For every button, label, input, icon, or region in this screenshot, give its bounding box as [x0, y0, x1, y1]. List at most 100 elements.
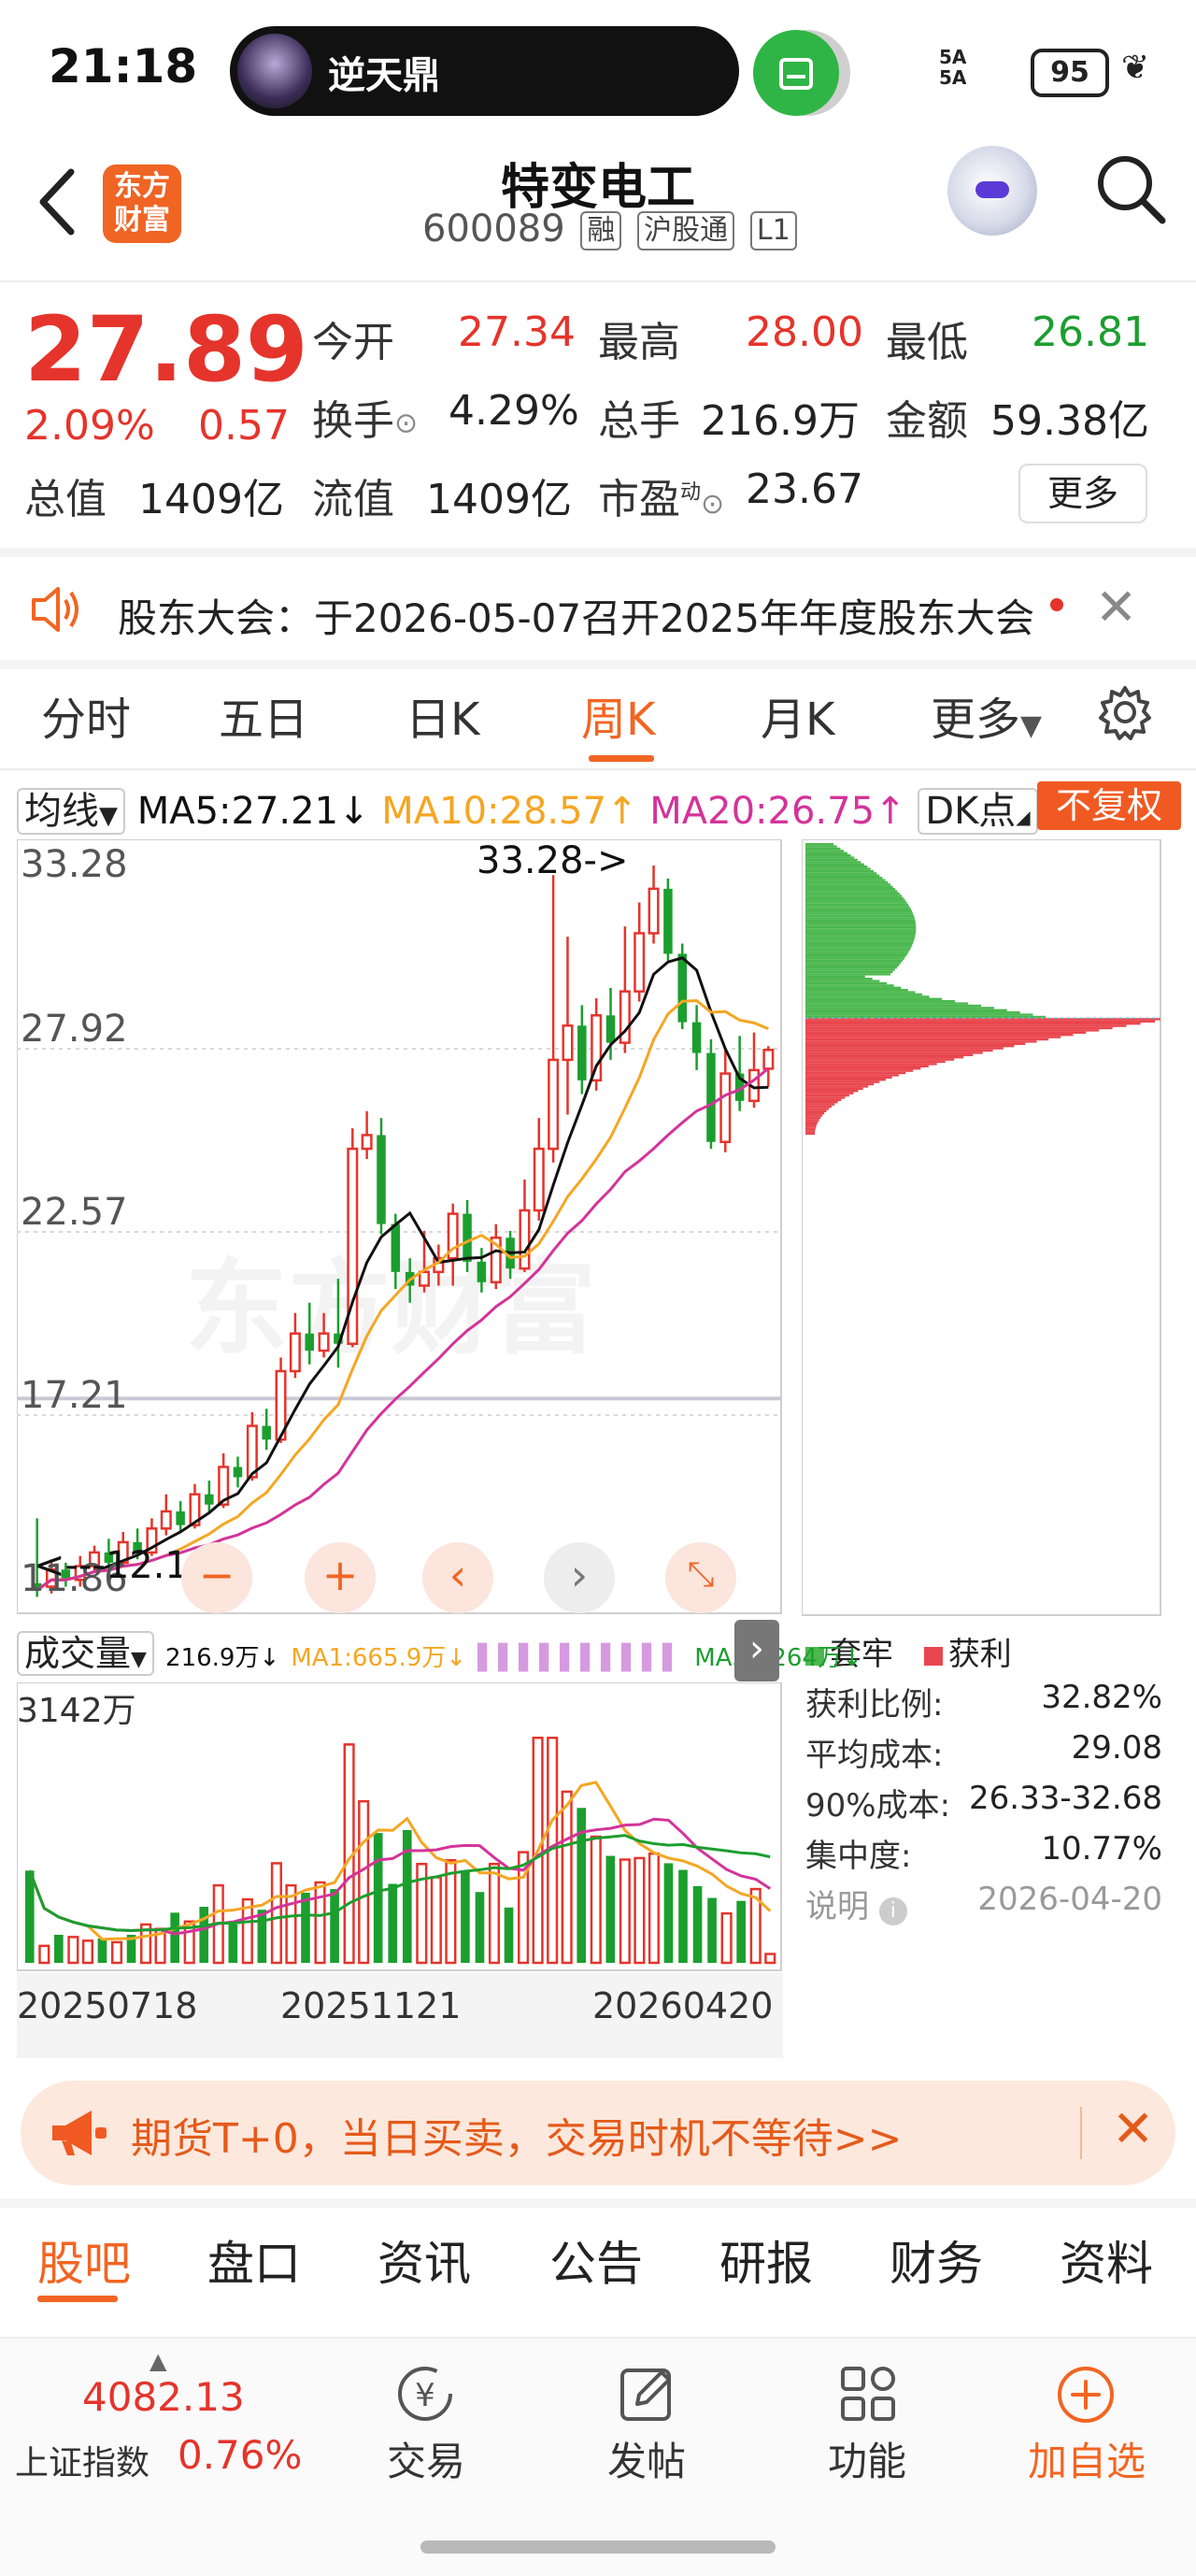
tab-announcements[interactable]: 公告	[549, 2226, 643, 2294]
info-icon: ⊙	[394, 407, 419, 440]
chip-bar-profit	[805, 1026, 1113, 1030]
kline-chart[interactable]: 东方财富 33.2827.9222.5717.2111.86 33.28-> <…	[17, 839, 783, 1615]
tab-financials[interactable]: 财务	[890, 2226, 983, 2294]
minus-icon[interactable]: −	[181, 1542, 252, 1613]
note-link[interactable]: 说明 i	[805, 1881, 907, 1926]
chip-bar-trapped	[805, 858, 858, 862]
chip-bar-trapped	[805, 951, 909, 953]
tab-more[interactable]: 更多▼	[931, 682, 1042, 748]
chevron-right-icon[interactable]: ›	[544, 1542, 615, 1613]
chip-bar-trapped	[805, 962, 902, 965]
chip-bar-profit	[805, 1096, 846, 1099]
float-mv-label: 流值	[312, 476, 394, 523]
tab-weekly-k[interactable]: 周K	[581, 682, 655, 748]
index-name[interactable]: 上证指数	[15, 2436, 150, 2484]
volume-selector[interactable]: 成交量▼	[17, 1631, 154, 1676]
media-pill[interactable]: 逆天鼎	[230, 26, 739, 116]
more-button[interactable]: 更多	[1018, 464, 1147, 523]
chevron-left-icon[interactable]: ‹	[422, 1542, 493, 1613]
chip-bar-profit	[805, 1125, 817, 1128]
index-value[interactable]: 4082.13	[82, 2374, 245, 2420]
add-watchlist-label[interactable]: 加自选	[1028, 2430, 1146, 2487]
volume-chart[interactable]: 3142万	[17, 1682, 783, 1972]
fullscreen-icon[interactable]: ⤡	[665, 1542, 736, 1613]
trade-label[interactable]: 交易	[387, 2430, 465, 2487]
stat-label: 平均成本:	[805, 1737, 944, 1774]
total-mv-value: 1409亿	[138, 476, 284, 523]
close-icon[interactable]: ✕	[1112, 2099, 1154, 2158]
chip-bar-profit	[805, 1049, 993, 1052]
chip-bar-profit	[805, 1023, 1141, 1025]
volume-bar	[301, 1893, 310, 1963]
chip-bar-trapped	[805, 894, 902, 897]
volume-bar	[561, 1790, 573, 1965]
chip-bar-profit	[805, 1087, 863, 1090]
tab-intraday[interactable]: 分时	[41, 682, 131, 748]
chip-bar-profit	[805, 1109, 827, 1112]
chevron-right-icon[interactable]: ›	[734, 1620, 779, 1682]
chip-bar-trapped	[805, 980, 880, 982]
add-circle-icon[interactable]	[1054, 2363, 1118, 2430]
ma-selector[interactable]: 均线▼	[17, 788, 125, 835]
chip-bar-trapped	[805, 903, 909, 907]
chip-bar-trapped	[805, 1007, 994, 1009]
caret-up-icon: ▲	[150, 2348, 167, 2374]
functions-grid-icon[interactable]	[837, 2363, 899, 2428]
tab-monthly-k[interactable]: 月K	[761, 682, 834, 748]
chip-bar-profit	[805, 1029, 1100, 1032]
tag-margin: 融	[580, 211, 622, 250]
chip-bar-trapped	[805, 993, 922, 996]
chip-bar-trapped	[805, 852, 847, 854]
info-icon: i	[878, 1897, 907, 1925]
chip-bar-profit	[805, 1085, 869, 1088]
settings-gear-icon[interactable]	[1095, 682, 1155, 746]
functions-label[interactable]: 功能	[828, 2430, 906, 2487]
chip-bar-trapped	[805, 922, 916, 924]
chip-bar-trapped	[805, 883, 890, 886]
pill-title: 逆天鼎	[328, 54, 440, 97]
chip-bar-profit	[805, 1112, 825, 1115]
tab-five-day[interactable]: 五日	[219, 682, 308, 748]
low-value: 26.81	[1032, 308, 1149, 356]
promo-banner[interactable]: 期货T+0，当日买卖，交易时机不等待>> ✕	[21, 2081, 1175, 2185]
tab-news[interactable]: 资讯	[377, 2226, 471, 2294]
notice-bar[interactable]: 股东大会：于2026-05-07召开2025年年度股东大会 ✕	[0, 561, 1196, 660]
pe-label[interactable]: 市盈动⊙	[598, 465, 724, 525]
change-amount: 0.57	[198, 402, 290, 450]
ma10-label: MA10:28.57	[381, 790, 607, 833]
active-section-indicator	[37, 2296, 118, 2302]
volume-bar	[270, 1862, 282, 1965]
tab-forum[interactable]: 股吧	[37, 2226, 131, 2294]
chip-bar-profit	[805, 1103, 835, 1106]
zoom-in-icon[interactable]: +	[305, 1542, 376, 1613]
tab-orderbook[interactable]: 盘口	[207, 2226, 301, 2294]
tab-daily-k[interactable]: 日K	[406, 682, 479, 748]
chip-bar-profit	[805, 1092, 854, 1095]
dk-point-selector[interactable]: DK点◢	[918, 788, 1038, 835]
chip-bar-profit	[805, 1082, 875, 1086]
trade-yen-icon[interactable]: ¥	[389, 2363, 462, 2428]
volume-bar	[634, 1856, 646, 1965]
turnover-label[interactable]: 换手⊙	[312, 387, 418, 447]
chip-bar-trapped	[805, 845, 837, 848]
candle-body	[361, 1134, 373, 1151]
close-icon[interactable]: ✕	[1095, 578, 1137, 637]
tab-profile[interactable]: 资料	[1060, 2226, 1153, 2294]
vol-arrow: ↓	[259, 1644, 280, 1672]
signal-top: 5A	[939, 46, 967, 68]
tab-research[interactable]: 研报	[719, 2226, 813, 2294]
screenshot-icon[interactable]	[753, 30, 839, 116]
candle-body	[719, 1072, 732, 1143]
svg-text:¥: ¥	[415, 2377, 435, 2414]
search-icon[interactable]	[1093, 151, 1168, 230]
chip-bar-profit	[805, 1053, 974, 1056]
divider	[0, 548, 1196, 557]
adjust-button[interactable]: 不复权	[1037, 781, 1181, 830]
post-label[interactable]: 发帖	[607, 2430, 686, 2487]
post-edit-icon[interactable]	[617, 2363, 678, 2428]
chip-bar-trapped	[805, 919, 916, 922]
note-date: 2026-04-20	[977, 1881, 1162, 1918]
chip-bar-trapped	[805, 901, 907, 904]
assistant-robot-icon[interactable]	[947, 146, 1037, 236]
chip-bar-trapped	[805, 885, 893, 888]
